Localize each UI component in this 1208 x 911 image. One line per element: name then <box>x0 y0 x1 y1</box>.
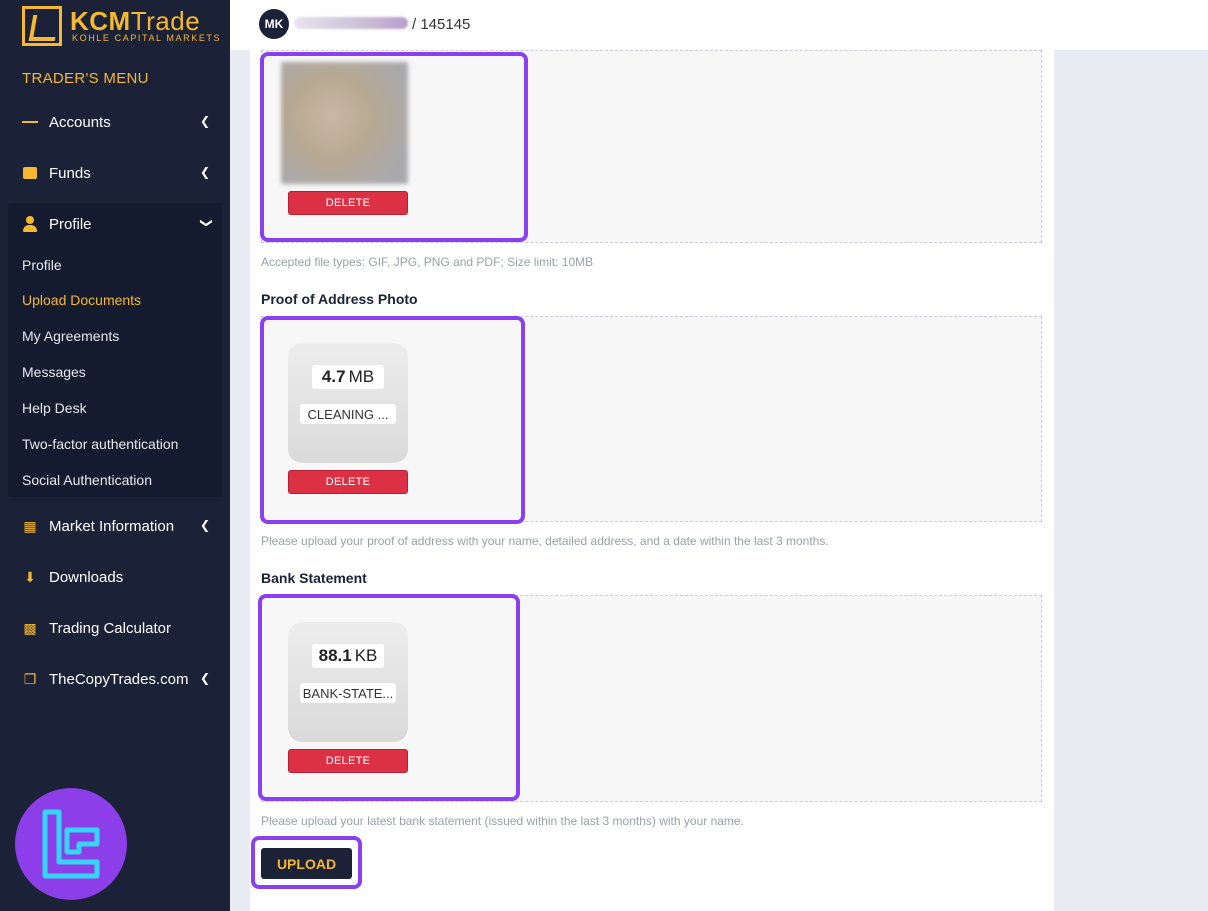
subitem-help-desk[interactable]: Help Desk <box>22 400 87 416</box>
top-bar: MK / 145145 <box>230 0 1208 50</box>
sidebar-item-label: Trading Calculator <box>49 619 171 637</box>
sidebar-item-trading-calculator[interactable]: ▩ Trading Calculator <box>8 608 222 648</box>
sidebar-item-thecopytrades[interactable]: ❐ TheCopyTrades.com ❮ <box>8 659 222 699</box>
sidebar-item-label: Profile <box>49 215 92 233</box>
proof-of-address-file-card: 4.7 MB CLEANING ... <box>288 343 408 463</box>
avatar[interactable]: MK <box>259 9 289 39</box>
proof-of-address-hint: Please upload your proof of address with… <box>261 534 829 548</box>
file-size: 4.7 MB <box>312 365 384 389</box>
upload-documents-card: DELETE Accepted file types: GIF, JPG, PN… <box>250 50 1054 911</box>
kcm-logo-icon <box>22 6 62 46</box>
delete-id-photo-button[interactable]: DELETE <box>288 191 408 215</box>
proof-of-address-label: Proof of Address Photo <box>261 291 418 307</box>
wallet-icon <box>22 165 38 181</box>
sidebar-item-label: Downloads <box>49 568 124 586</box>
file-name: BANK-STATE... <box>300 683 396 703</box>
sidebar-item-label: Funds <box>49 164 91 182</box>
blurred-id-photo <box>281 62 408 184</box>
sidebar-item-label: Accounts <box>49 113 111 131</box>
chevron-left-icon: ❮ <box>199 165 210 179</box>
sidebar-item-label: Market Information <box>49 517 175 535</box>
sidebar: KCMTrade KOHLE CAPITAL MARKETS TRADER'S … <box>0 0 230 911</box>
subitem-messages[interactable]: Messages <box>22 364 86 380</box>
logo-tagline: KOHLE CAPITAL MARKETS <box>72 33 222 43</box>
chevron-left-icon: ❮ <box>199 671 210 685</box>
bank-statement-file-card: 88.1 KB BANK-STATE... <box>288 622 408 742</box>
chevron-left-icon: ❮ <box>199 114 210 128</box>
account-id: / 145145 <box>412 16 471 33</box>
kcm-trade-logo[interactable]: KCMTrade KOHLE CAPITAL MARKETS <box>22 6 220 46</box>
calculator-icon: ▩ <box>23 619 37 636</box>
profile-menu-group <box>8 203 222 497</box>
subitem-social-auth[interactable]: Social Authentication <box>22 472 152 488</box>
sidebar-item-funds[interactable]: Funds ❮ <box>8 153 222 193</box>
download-icon: ⬇ <box>24 568 36 585</box>
id-photo-hint: Accepted file types: GIF, JPG, PNG and P… <box>261 255 594 269</box>
upload-button[interactable]: UPLOAD <box>261 848 352 879</box>
subitem-two-factor[interactable]: Two-factor authentication <box>22 436 178 452</box>
user-icon <box>22 216 38 232</box>
sidebar-item-market-information[interactable]: ▦ Market Information ❮ <box>8 506 222 546</box>
blurred-username <box>294 17 408 29</box>
file-name: CLEANING ... <box>300 404 396 424</box>
subitem-my-agreements[interactable]: My Agreements <box>22 328 119 344</box>
file-size: 88.1 KB <box>312 644 384 668</box>
subitem-profile[interactable]: Profile <box>22 257 62 273</box>
bank-statement-hint: Please upload your latest bank statement… <box>261 814 744 828</box>
copy-icon: ❐ <box>23 670 37 687</box>
sidebar-item-label: TheCopyTrades.com <box>49 670 189 688</box>
bank-statement-label: Bank Statement <box>261 570 367 586</box>
watermark-badge-icon <box>15 788 127 900</box>
chevron-down-icon: ❮ <box>197 217 212 229</box>
sidebar-item-accounts[interactable]: Accounts ❮ <box>8 102 222 142</box>
subitem-upload-documents[interactable]: Upload Documents <box>22 292 141 308</box>
menu-title: TRADER'S MENU <box>22 70 149 87</box>
list-icon <box>22 114 38 130</box>
chevron-left-icon: ❮ <box>199 518 210 532</box>
delete-proof-of-address-button[interactable]: DELETE <box>288 470 408 494</box>
sidebar-item-profile[interactable]: Profile ❮ <box>8 204 222 244</box>
calendar-icon: ▦ <box>23 517 37 534</box>
sidebar-item-downloads[interactable]: ⬇ Downloads <box>8 557 222 597</box>
delete-bank-statement-button[interactable]: DELETE <box>288 749 408 773</box>
